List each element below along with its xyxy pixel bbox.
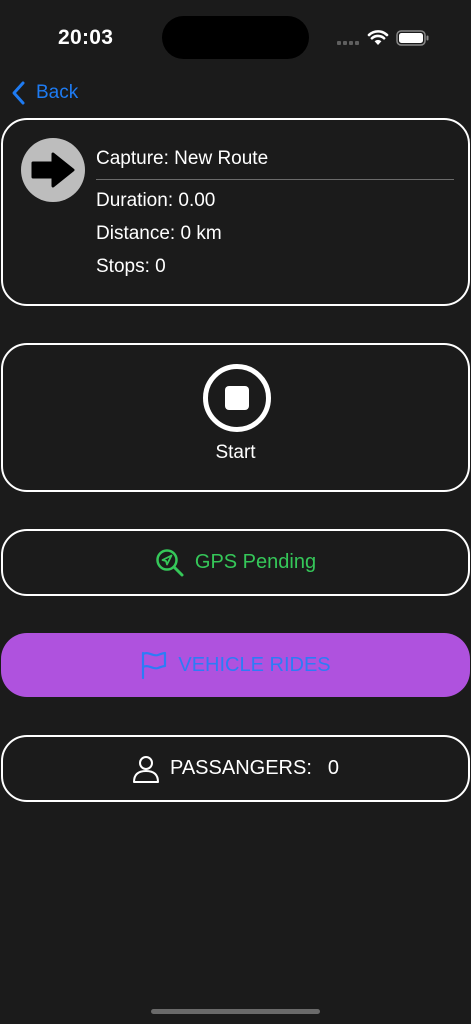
route-avatar <box>21 138 85 202</box>
route-divider <box>96 179 454 180</box>
battery-icon <box>396 30 429 46</box>
route-stops: Stops: 0 <box>96 256 166 277</box>
route-title: Capture: New Route <box>96 148 269 169</box>
wifi-icon <box>367 30 389 45</box>
stop-circle-icon <box>203 364 271 432</box>
vehicle-rides-button[interactable]: VEHICLE RIDES <box>1 633 470 697</box>
status-time: 20:03 <box>58 26 114 49</box>
location-search-icon <box>156 548 184 576</box>
person-icon <box>132 755 159 783</box>
back-button[interactable]: Back <box>10 78 78 108</box>
dynamic-island <box>162 16 309 59</box>
flag-icon <box>142 651 167 680</box>
passengers-count: 0 <box>327 757 340 779</box>
gps-status-label: GPS Pending <box>194 551 317 573</box>
start-label: Start <box>215 442 256 463</box>
passengers-card: PASSANGERS: 0 <box>1 735 470 802</box>
vehicle-rides-label: VEHICLE RIDES <box>178 653 331 676</box>
chevron-left-icon <box>12 81 25 105</box>
route-capture-screen: 20:03 Back Capture: New Route Duration: … <box>0 0 471 1024</box>
cellular-signal-icon <box>337 41 361 46</box>
passengers-label: PASSANGERS: <box>169 757 312 779</box>
status-bar: 20:03 <box>0 0 471 70</box>
route-duration: Duration: 0.00 <box>96 190 216 211</box>
arrow-right-icon <box>31 152 75 188</box>
route-info-card: Capture: New Route Duration: 0.00 Distan… <box>1 118 470 306</box>
home-indicator[interactable] <box>151 1009 320 1014</box>
back-label: Back <box>36 82 79 103</box>
start-button[interactable]: Start <box>1 343 470 492</box>
route-distance: Distance: 0 km <box>96 223 222 244</box>
gps-status-card: GPS Pending <box>1 529 470 596</box>
